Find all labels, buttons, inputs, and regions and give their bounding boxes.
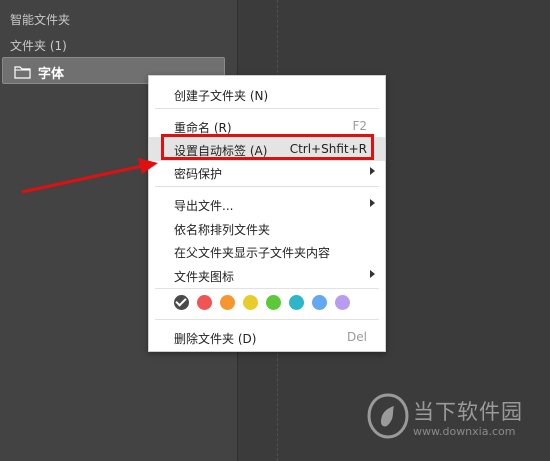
watermark-url: www.downxia.com [413, 425, 516, 438]
watermark: 当下软件园 www.downxia.com [366, 392, 546, 442]
watermark-logo-icon [366, 393, 410, 444]
watermark-text: 当下软件园 [413, 400, 523, 424]
